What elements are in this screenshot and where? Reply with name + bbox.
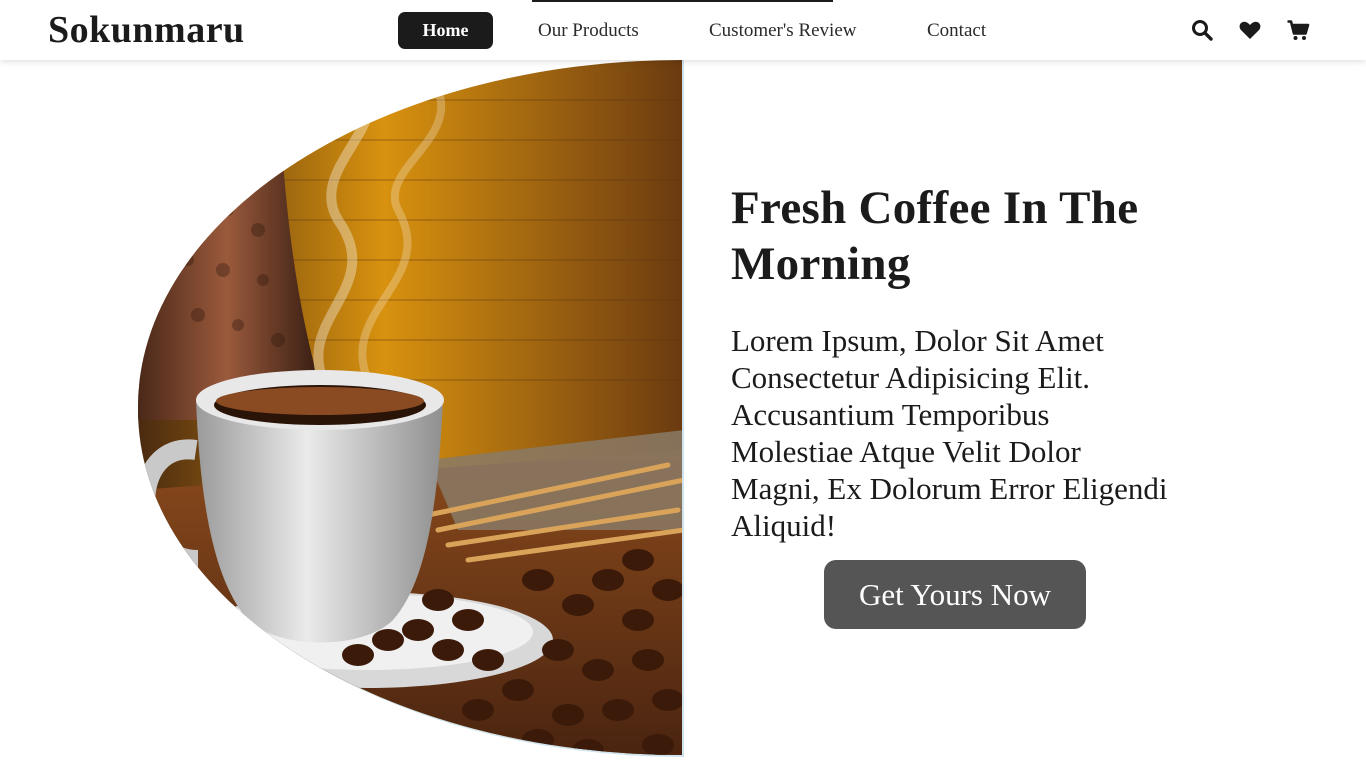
nav-item-contact[interactable]: Contact	[927, 12, 986, 49]
hero-description: Lorem Ipsum, Dolor Sit Amet Consectetur …	[731, 323, 1168, 543]
get-yours-now-button[interactable]: Get Yours Now	[824, 560, 1086, 629]
site-logo[interactable]: Sokunmaru	[48, 8, 245, 52]
search-icon[interactable]	[1190, 18, 1214, 42]
hero-title: Fresh Coffee In The Morning	[731, 182, 1139, 290]
site-header: Sokunmaru Home Our Products Customer's R…	[0, 0, 1366, 60]
nav-item-home[interactable]: Home	[398, 12, 493, 49]
nav-item-our-products[interactable]: Our Products	[538, 12, 639, 49]
hero-coffee-image	[138, 60, 684, 757]
heart-icon[interactable]	[1238, 18, 1262, 42]
cart-icon[interactable]	[1286, 18, 1310, 42]
nav-item-customers-review[interactable]: Customer's Review	[709, 12, 857, 49]
nav-top-indicator	[532, 0, 833, 2]
